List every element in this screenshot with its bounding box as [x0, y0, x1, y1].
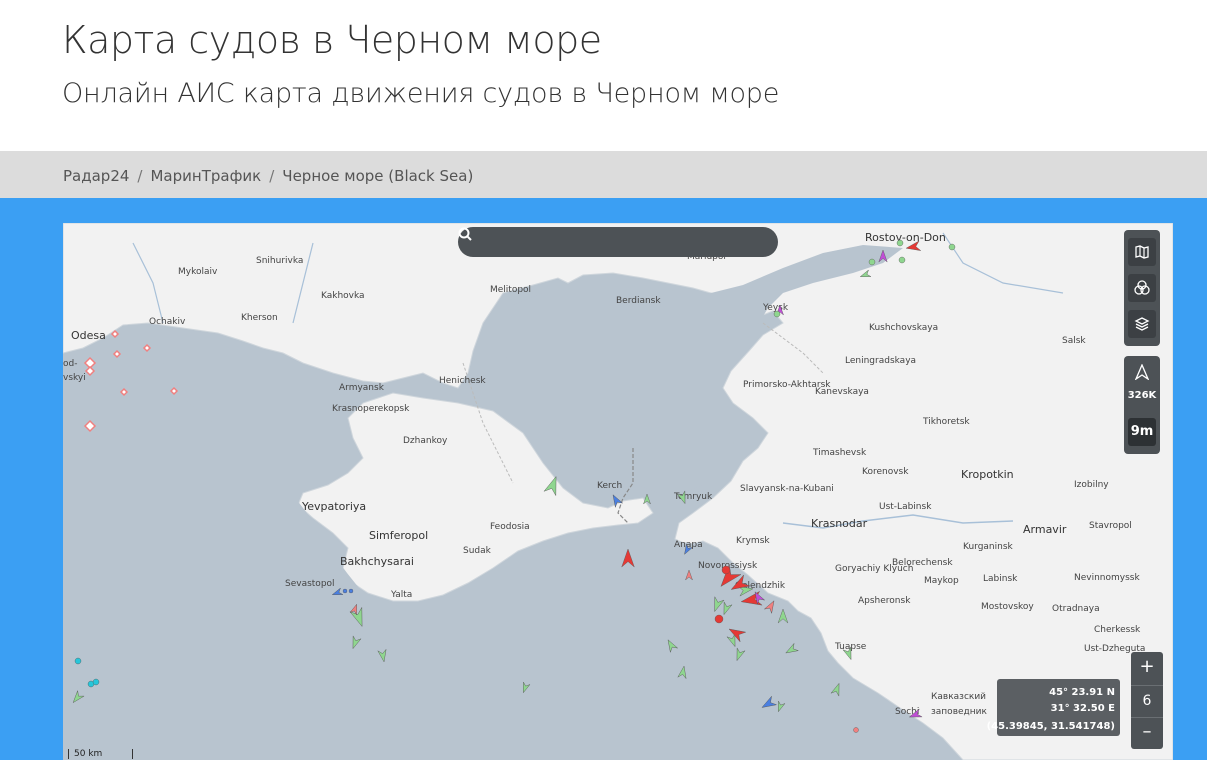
label-maykop: Maykop: [924, 576, 959, 586]
zoom-in-button[interactable]: +: [1131, 652, 1163, 684]
label-dzhankoy: Dzhankoy: [403, 436, 448, 446]
label-rostov: Rostov-on-Don: [865, 231, 946, 244]
breadcrumb-marinetraffic[interactable]: МаринТрафик: [150, 167, 261, 185]
label-mostovskoy: Mostovskoy: [981, 602, 1034, 612]
vessel-marker[interactable]: [92, 678, 100, 686]
label-mykolaiv: Mykolaiv: [178, 267, 218, 277]
label-snihurivka: Snihurivka: [256, 256, 303, 266]
label-reserve-2: заповедник: [931, 707, 987, 717]
breadcrumb-separator: /: [137, 167, 143, 185]
filters-button[interactable]: [1128, 274, 1156, 302]
layers-button[interactable]: [1128, 310, 1156, 338]
label-apsheronsk: Apsheronsk: [858, 596, 911, 606]
label-otradnaya: Otradnaya: [1052, 604, 1100, 614]
label-krasnodar: Krasnodar: [811, 517, 868, 530]
label-korenovsk: Korenovsk: [862, 467, 909, 477]
label-odesa-cut: od-: [63, 359, 77, 369]
label-goryachiy: Goryachiy Klyuch: [835, 564, 913, 574]
label-feodosia: Feodosia: [490, 522, 530, 532]
page-title: Карта судов в Черном море: [62, 18, 602, 62]
label-ust-labinsk: Ust-Labinsk: [879, 502, 932, 512]
breadcrumb-current: Черное море (Black Sea): [282, 167, 474, 185]
label-krasnoperekopsk: Krasnoperekopsk: [332, 404, 410, 414]
vessel-counter-panel: 326K 9m: [1124, 356, 1160, 454]
label-kushchovskaya: Kushchovskaya: [869, 323, 938, 333]
vessel-marker[interactable]: [342, 588, 348, 594]
map-tools: [1124, 230, 1160, 346]
vessel-marker[interactable]: [74, 657, 82, 665]
label-labinsk: Labinsk: [983, 574, 1018, 584]
label-reserve-1: Кавказский: [931, 692, 986, 702]
label-slavyansk: Slavyansk-na-Kubani: [740, 484, 834, 494]
coord-lon: 31° 32.50 E: [1050, 703, 1115, 714]
label-berdiansk: Berdiansk: [616, 296, 661, 306]
breadcrumb-radar24[interactable]: Радар24: [63, 167, 129, 185]
vessel-marker[interactable]: [853, 727, 859, 733]
label-odesa: Odesa: [71, 329, 106, 342]
label-sevastopol: Sevastopol: [285, 579, 335, 589]
search-bar[interactable]: [458, 227, 778, 257]
cursor-coordinates: 45° 23.91 N 31° 32.50 E (45.39845, 31.54…: [987, 679, 1120, 736]
label-simferopol: Simferopol: [369, 529, 428, 542]
label-leningradskaya: Leningradskaya: [845, 356, 916, 366]
filter-circles-icon: [1134, 280, 1150, 295]
label-salsk: Salsk: [1062, 336, 1086, 346]
label-cherkessk: Cherkessk: [1094, 625, 1141, 635]
search-icon[interactable]: [458, 227, 472, 241]
label-yevpatoriya: Yevpatoriya: [301, 500, 366, 513]
vessel-count: 326K: [1127, 390, 1157, 401]
vessel-marker[interactable]: [948, 243, 956, 251]
time-window-button[interactable]: 9m: [1128, 418, 1156, 446]
vessel-marker[interactable]: [896, 239, 904, 247]
coord-decimal: (45.39845, 31.541748): [986, 721, 1115, 732]
label-tikhoretsk: Tikhoretsk: [922, 417, 970, 427]
vessel-marker[interactable]: [868, 258, 876, 266]
label-henichesk: Henichesk: [439, 376, 486, 386]
label-sudak: Sudak: [463, 546, 492, 556]
page-subtitle: Онлайн АИС карта движения судов в Черном…: [62, 78, 780, 109]
label-temryuk: Temryuk: [673, 492, 713, 502]
vessel-marker[interactable]: [348, 588, 354, 594]
map-frame: Mykolaiv Snihurivka Kakhovka Melitopol B…: [0, 198, 1207, 760]
map-scale: 50 km: [68, 749, 133, 759]
vessel-marker[interactable]: [643, 493, 651, 505]
vessel-marker[interactable]: [721, 565, 731, 575]
zoom-level: 6: [1131, 685, 1163, 718]
label-ochakiv: Ochakiv: [149, 317, 186, 327]
zoom-control: + 6 –: [1131, 652, 1163, 749]
vessel-marker[interactable]: [714, 614, 724, 624]
label-kakhovka: Kakhovka: [321, 291, 365, 301]
label-bakhchysarai: Bakhchysarai: [340, 555, 414, 568]
breadcrumb-separator: /: [269, 167, 275, 185]
vessel-map[interactable]: Mykolaiv Snihurivka Kakhovka Melitopol B…: [63, 223, 1173, 760]
map-icon: [1135, 245, 1149, 259]
label-krymsk: Krymsk: [736, 536, 770, 546]
label-armyansk: Armyansk: [339, 383, 385, 393]
breadcrumb: Радар24 / МаринТрафик / Черное море (Black S…: [0, 151, 1207, 198]
label-melitopol: Melitopol: [490, 285, 531, 295]
vessel-marker[interactable]: [898, 256, 906, 264]
label-armavir: Armavir: [1023, 523, 1067, 536]
label-kerch: Kerch: [597, 481, 622, 491]
coord-lat: 45° 23.91 N: [1049, 687, 1115, 698]
label-kropotkin: Kropotkin: [961, 468, 1014, 481]
page-header: Карта судов в Черном море Онлайн АИС кар…: [0, 0, 1207, 151]
map-type-button[interactable]: [1128, 238, 1156, 266]
vessel-marker[interactable]: [773, 310, 781, 318]
label-kanevskaya: Kanevskaya: [815, 387, 869, 397]
label-yalta: Yalta: [390, 590, 412, 600]
label-izobilny: Izobilny: [1074, 480, 1109, 490]
layers-icon: [1134, 317, 1150, 331]
label-kherson: Kherson: [241, 313, 278, 323]
navigation-arrow-icon: [1135, 364, 1149, 380]
label-nevinnomyssk: Nevinnomyssk: [1074, 573, 1140, 583]
label-stavropol: Stavropol: [1089, 521, 1132, 531]
label-timashevsk: Timashevsk: [812, 448, 867, 458]
zoom-out-button[interactable]: –: [1131, 717, 1163, 749]
label-vskyi-cut: vskyi: [63, 373, 86, 383]
label-kurganinsk: Kurganinsk: [963, 542, 1014, 552]
